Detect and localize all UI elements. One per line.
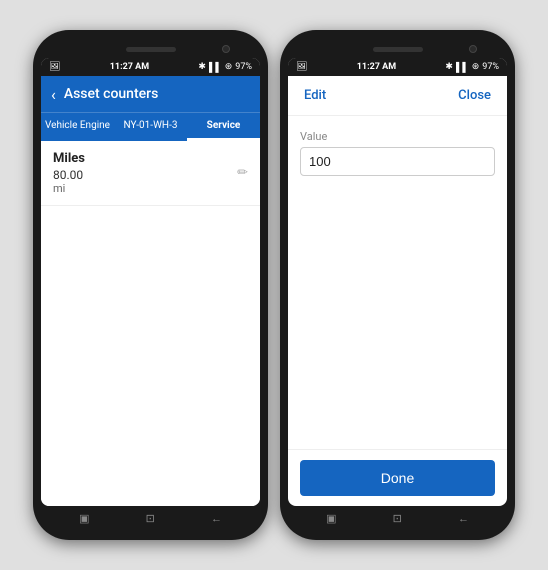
tabs-bar: Vehicle Engine NY-01-WH-3 Service: [41, 112, 260, 141]
miles-title: Miles: [53, 151, 248, 166]
bottom-nav-left: ▣ ⊡ ←: [41, 506, 260, 530]
status-time-left: 11:27 AM: [110, 62, 149, 72]
edit-header: Edit Close: [288, 76, 507, 116]
miles-card: Miles 80.00 mi ✏: [41, 141, 260, 206]
bottom-nav-right: ▣ ⊡ ←: [288, 506, 507, 530]
close-button[interactable]: Close: [458, 88, 491, 103]
miles-value: 80.00: [53, 168, 248, 182]
value-input[interactable]: [300, 147, 495, 176]
signal-icon-right: ▌▌: [456, 62, 469, 73]
nav-home-icon-right[interactable]: ⊡: [393, 512, 402, 525]
edit-screen-content: Value Done: [288, 116, 507, 506]
phone-top-notch-right: [288, 40, 507, 58]
status-right-icons: ✱ ▌▌ ⊛ 97%: [198, 62, 252, 73]
camera-icon: 🖼: [49, 62, 60, 72]
status-left-icons: 🖼: [49, 62, 60, 72]
back-button[interactable]: ‹: [51, 85, 56, 104]
tab-service[interactable]: Service: [187, 113, 260, 141]
screen-content-left: Miles 80.00 mi ✏: [41, 141, 260, 506]
phone-top-notch: [41, 40, 260, 58]
phone-right-screen: 🖼 11:27 AM ✱ ▌▌ ⊛ 97% Edit Close Val: [288, 58, 507, 506]
camera-right: [469, 45, 477, 53]
nav-back-icon-right[interactable]: ←: [458, 512, 469, 525]
phone-left-screen: 🖼 11:27 AM ✱ ▌▌ ⊛ 97% ‹ Asset counters V…: [41, 58, 260, 506]
done-button[interactable]: Done: [300, 460, 495, 496]
signal-icon: ▌▌: [209, 62, 222, 73]
speaker-right: [373, 47, 423, 52]
status-bar-right: 🖼 11:27 AM ✱ ▌▌ ⊛ 97%: [288, 58, 507, 76]
phone-right: 🖼 11:27 AM ✱ ▌▌ ⊛ 97% Edit Close Val: [280, 30, 515, 540]
battery-text-right: 97%: [482, 62, 499, 72]
bluetooth-icon-right: ✱: [445, 62, 453, 72]
camera-icon-right: 🖼: [296, 62, 307, 72]
speaker: [126, 47, 176, 52]
battery-text: 97%: [235, 62, 252, 72]
edit-form: Value: [288, 116, 507, 449]
edit-pencil-icon[interactable]: ✏: [237, 166, 248, 181]
nav-back-icon[interactable]: ←: [211, 512, 222, 525]
phones-container: 🖼 11:27 AM ✱ ▌▌ ⊛ 97% ‹ Asset counters V…: [33, 30, 515, 540]
header-title-left: Asset counters: [64, 86, 158, 102]
phone-left: 🖼 11:27 AM ✱ ▌▌ ⊛ 97% ‹ Asset counters V…: [33, 30, 268, 540]
status-right-icons-right: ✱ ▌▌ ⊛ 97%: [445, 62, 499, 73]
app-header-left: ‹ Asset counters: [41, 76, 260, 112]
tab-ny-01-wh-3[interactable]: NY-01-WH-3: [114, 113, 187, 141]
status-bar-left: 🖼 11:27 AM ✱ ▌▌ ⊛ 97%: [41, 58, 260, 76]
camera: [222, 45, 230, 53]
done-button-container: Done: [288, 449, 507, 506]
miles-unit: mi: [53, 182, 248, 195]
nav-recent-icon-right[interactable]: ▣: [326, 512, 336, 525]
wifi-icon-right: ⊛: [472, 62, 480, 72]
nav-recent-icon[interactable]: ▣: [79, 512, 89, 525]
wifi-icon: ⊛: [225, 62, 233, 72]
value-label: Value: [300, 130, 495, 143]
status-left-icons-right: 🖼: [296, 62, 307, 72]
nav-home-icon[interactable]: ⊡: [146, 512, 155, 525]
edit-label[interactable]: Edit: [304, 88, 326, 103]
status-time-right: 11:27 AM: [357, 62, 396, 72]
bluetooth-icon: ✱: [198, 62, 206, 72]
tab-vehicle-engine[interactable]: Vehicle Engine: [41, 113, 114, 141]
